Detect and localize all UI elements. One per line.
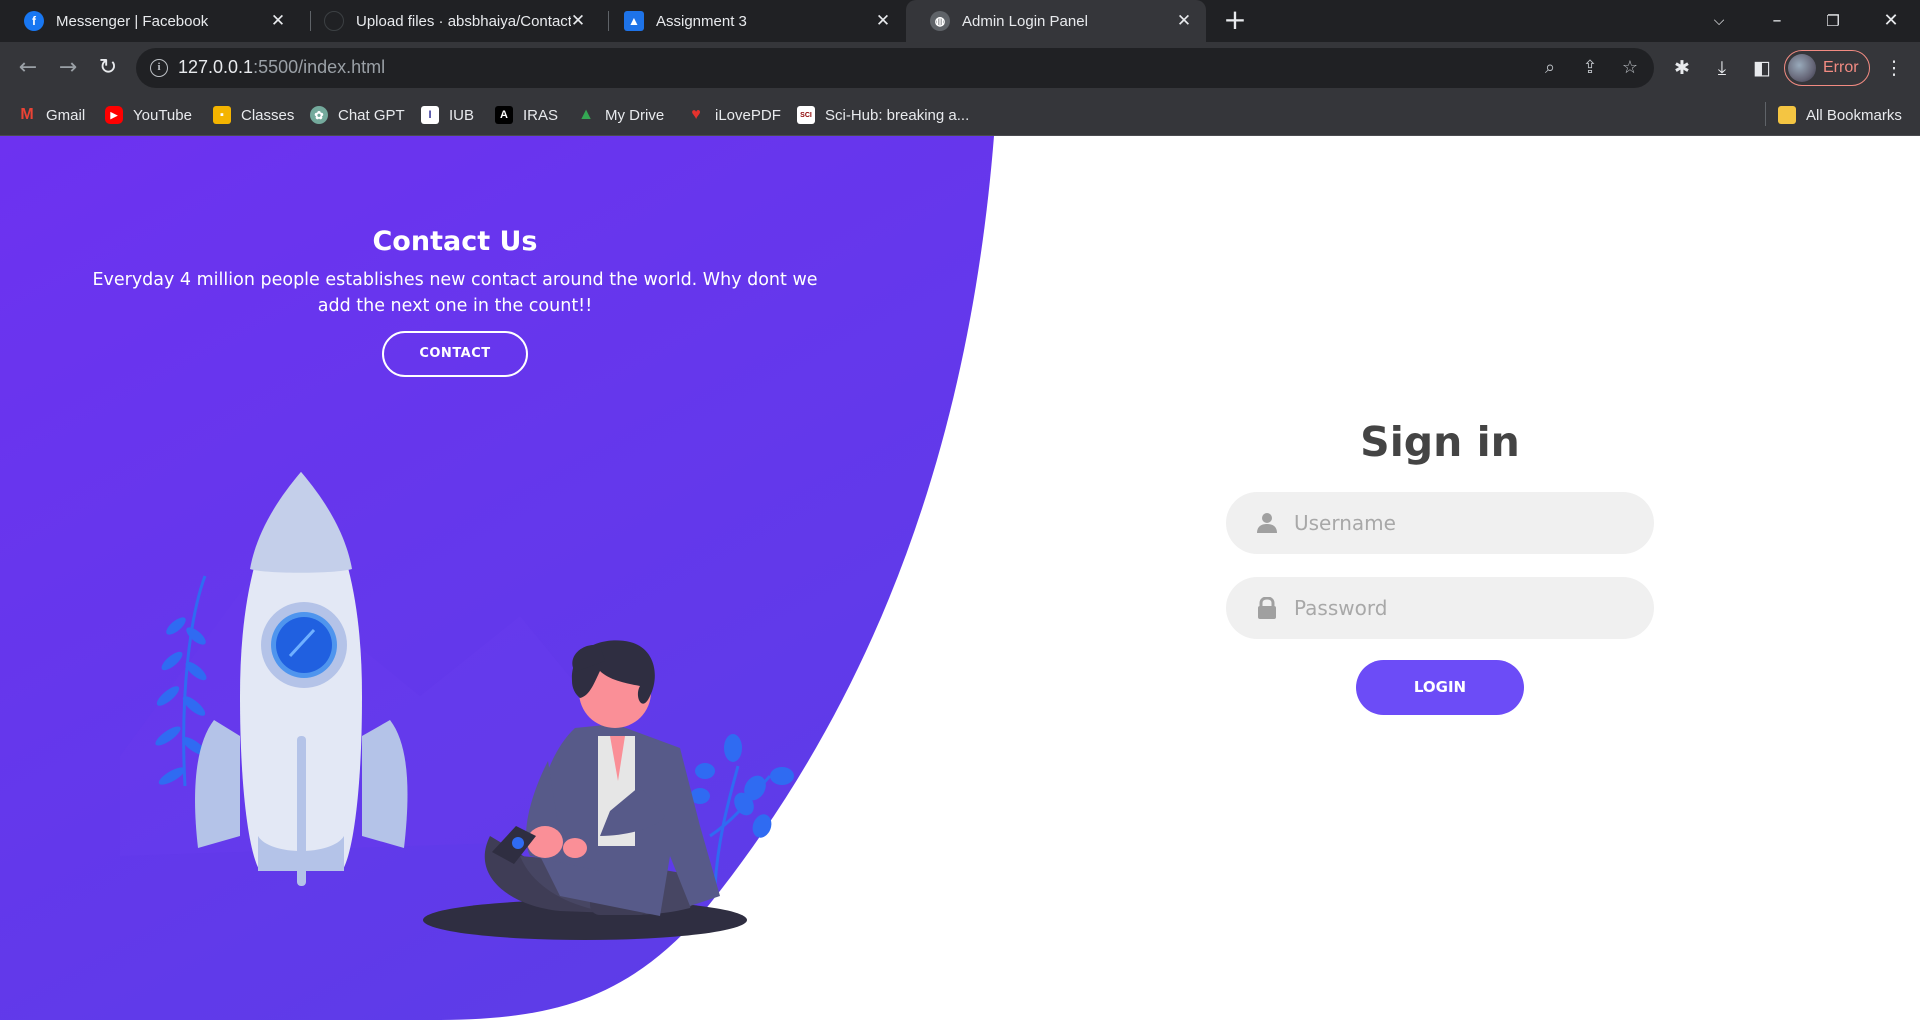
user-icon: [1257, 513, 1277, 533]
folder-icon: [1778, 106, 1796, 124]
tab-title: Admin Login Panel: [962, 12, 1088, 30]
password-field-container: [1226, 577, 1654, 639]
tab-title: Upload files · absbhaiya/Contact: [356, 12, 571, 30]
chatgpt-icon: ✿: [310, 106, 328, 124]
tab-title: Assignment 3: [656, 12, 747, 30]
zoom-icon[interactable]: ⌕: [1538, 56, 1562, 80]
illustration: [155, 472, 794, 940]
forward-icon[interactable]: →: [52, 52, 84, 84]
iras-icon: A: [495, 106, 513, 124]
signin-title: Sign in: [1360, 418, 1520, 466]
bookmark-gmail[interactable]: M Gmail: [18, 104, 85, 126]
profile-status: Error: [1823, 59, 1859, 76]
minimize-icon[interactable]: –: [1762, 6, 1792, 36]
restore-icon[interactable]: ❐: [1818, 6, 1848, 36]
avatar: [1788, 54, 1816, 82]
bookmark-ilovepdf[interactable]: ♥ iLovePDF: [687, 104, 781, 126]
share-icon[interactable]: ⇪: [1578, 56, 1602, 80]
address-bar[interactable]: i 127.0.0.1:5500/index.html ⌕ ⇪ ☆: [136, 48, 1654, 88]
gmail-icon: M: [20, 106, 34, 123]
ilovepdf-icon: ♥: [691, 106, 701, 123]
bookmark-my-drive[interactable]: ▲ My Drive: [577, 104, 664, 126]
bookmark-classes[interactable]: ▪ Classes: [213, 104, 294, 126]
url-text[interactable]: 127.0.0.1:5500/index.html: [178, 57, 385, 78]
bookmark-iub[interactable]: I IUB: [421, 104, 474, 126]
person-illustration: [484, 640, 720, 916]
side-panel-icon[interactable]: ◧: [1748, 54, 1776, 82]
bookmarks-divider: [1765, 102, 1766, 126]
bookmarks-bar: M Gmail ▶ YouTube ▪ Classes ✿ Chat GPT I…: [0, 94, 1920, 136]
facebook-icon: f: [24, 11, 44, 31]
classroom-icon: ▲: [624, 11, 644, 31]
password-input[interactable]: [1294, 577, 1634, 639]
bookmark-scihub[interactable]: SCI Sci-Hub: breaking a...: [797, 104, 969, 126]
username-field-container: [1226, 492, 1654, 554]
youtube-icon: ▶: [105, 106, 123, 124]
tab-messenger[interactable]: f Messenger | Facebook ✕: [0, 0, 300, 42]
username-input[interactable]: [1294, 492, 1634, 554]
new-tab-icon[interactable]: +: [1222, 6, 1248, 34]
scihub-icon: SCI: [797, 106, 815, 124]
github-icon: [324, 11, 344, 31]
iub-icon: I: [421, 106, 439, 124]
close-tab-icon[interactable]: ✕: [1174, 11, 1194, 31]
bookmark-star-icon[interactable]: ☆: [1618, 56, 1642, 80]
tab-assignment[interactable]: ▲ Assignment 3 ✕: [600, 0, 905, 42]
reload-icon[interactable]: ↻: [92, 52, 124, 84]
bookmark-iras[interactable]: A IRAS: [495, 104, 558, 126]
extensions-icon[interactable]: ✱: [1668, 54, 1696, 82]
tab-search-icon[interactable]: ⌵: [1704, 6, 1734, 36]
lock-icon: [1258, 597, 1276, 619]
login-page: Contact Us Everyday 4 million people est…: [0, 136, 1920, 1020]
drive-icon: ▲: [578, 106, 594, 123]
tab-title: Messenger | Facebook: [56, 12, 209, 30]
back-icon[interactable]: ←: [12, 52, 44, 84]
close-tab-icon[interactable]: ✕: [873, 11, 893, 31]
tab-admin-login[interactable]: ◍ Admin Login Panel ✕: [906, 0, 1206, 42]
close-tab-icon[interactable]: ✕: [568, 11, 588, 31]
profile-button[interactable]: Error: [1784, 50, 1870, 86]
browser-toolbar: ← → ↻ i 127.0.0.1:5500/index.html ⌕ ⇪ ☆ …: [0, 42, 1920, 94]
all-bookmarks[interactable]: All Bookmarks: [1778, 104, 1902, 126]
site-info-icon[interactable]: i: [150, 59, 168, 77]
close-tab-icon[interactable]: ✕: [268, 11, 288, 31]
signin-form: Sign in LOGIN: [1226, 418, 1654, 715]
close-window-icon[interactable]: ✕: [1876, 6, 1906, 36]
menu-icon[interactable]: ⋮: [1880, 54, 1908, 82]
tab-upload-files[interactable]: Upload files · absbhaiya/Contact ✕: [300, 0, 600, 42]
bookmark-youtube[interactable]: ▶ YouTube: [105, 104, 192, 126]
rocket-icon: [195, 472, 408, 886]
bookmark-chatgpt[interactable]: ✿ Chat GPT: [310, 104, 405, 126]
classroom-icon: ▪: [213, 106, 231, 124]
tab-strip: f Messenger | Facebook ✕ Upload files · …: [0, 0, 1920, 42]
download-icon[interactable]: ⤓: [1708, 54, 1736, 82]
globe-icon: ◍: [930, 11, 950, 31]
login-button[interactable]: LOGIN: [1356, 660, 1524, 715]
